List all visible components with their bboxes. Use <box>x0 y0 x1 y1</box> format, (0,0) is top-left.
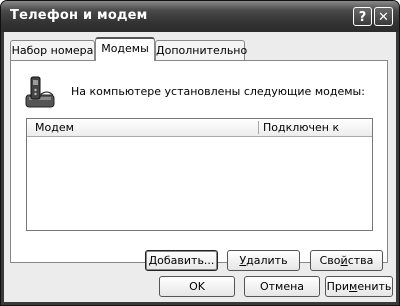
apply-button[interactable]: Применить <box>325 276 393 297</box>
remove-button[interactable]: Удалить <box>227 250 300 271</box>
tab-advanced[interactable]: Дополнительно <box>155 40 247 60</box>
tab-dialing[interactable]: Набор номера <box>10 40 95 60</box>
properties-button-label-pre: Сво <box>319 254 341 267</box>
modems-panel: На компьютере установлены следующие моде… <box>10 60 388 271</box>
modems-list[interactable]: Модем Подключен к <box>26 118 373 231</box>
modems-info-text: На компьютере установлены следующие моде… <box>71 85 365 98</box>
dialog-window: Телефон и модем ? ✕ Набор номера Модемы … <box>0 0 400 306</box>
apply-button-label: енить <box>357 280 392 293</box>
remove-button-label: далить <box>246 254 288 267</box>
close-button[interactable]: ✕ <box>374 7 393 26</box>
window-title: Телефон и модем <box>10 8 148 23</box>
ok-button[interactable]: OK <box>159 276 235 297</box>
column-header-modem[interactable]: Модем <box>35 121 74 134</box>
cancel-button[interactable]: Отмена <box>244 276 320 297</box>
add-button-accel: Д <box>148 254 158 267</box>
add-button-label: обавить... <box>157 254 215 267</box>
help-button[interactable]: ? <box>353 7 372 26</box>
properties-button-accel: й <box>340 254 348 267</box>
list-header: Модем Подключен к <box>27 119 372 137</box>
dialog-client-area: Набор номера Модемы Дополнительно На ком… <box>4 32 396 302</box>
properties-button-label: ства <box>347 254 374 267</box>
column-header-connected-to[interactable]: Подключен к <box>263 121 339 134</box>
column-separator[interactable] <box>258 121 259 134</box>
properties-button[interactable]: Свойства <box>310 250 383 271</box>
title-bar[interactable]: Телефон и модем ? ✕ <box>1 1 399 32</box>
add-button[interactable]: Добавить... <box>145 250 218 271</box>
tab-modems[interactable]: Модемы <box>95 37 155 61</box>
apply-button-label-pre: При <box>326 280 350 293</box>
modem-phone-icon <box>25 76 55 108</box>
